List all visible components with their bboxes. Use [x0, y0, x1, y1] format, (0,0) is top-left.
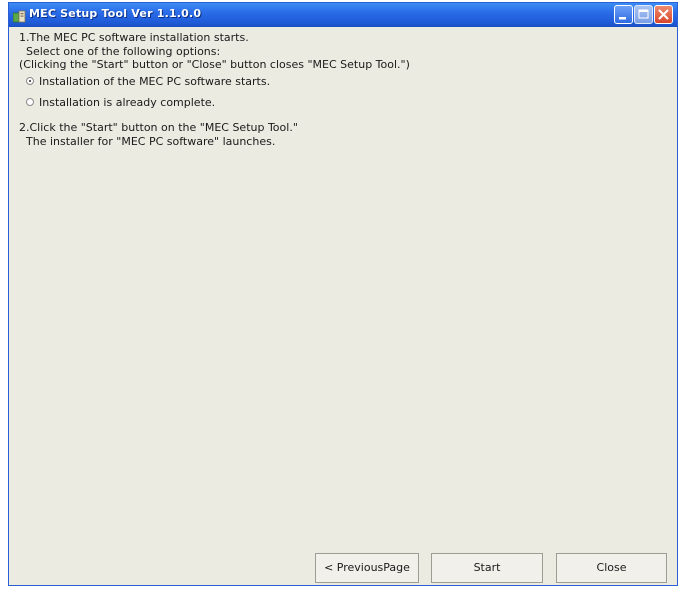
setup-tool-window: MEC Setup Tool Ver 1.1.0.0 1.The MEC PC …	[8, 2, 678, 586]
step1-note: (Clicking the "Start" button or "Close" …	[19, 58, 410, 71]
maximize-icon	[638, 9, 649, 19]
previous-page-button[interactable]: < PreviousPage	[315, 553, 419, 583]
setup-app-icon	[12, 8, 26, 23]
step1-instruction: Select one of the following options:	[26, 45, 221, 58]
close-window-button[interactable]	[654, 5, 673, 24]
radio-install-starts[interactable]	[26, 77, 34, 85]
maximize-button[interactable]	[634, 5, 653, 24]
title-bar[interactable]: MEC Setup Tool Ver 1.1.0.0	[9, 3, 677, 27]
minimize-button[interactable]	[614, 5, 633, 24]
start-button[interactable]: Start	[431, 553, 543, 583]
option-already-complete-label: Installation is already complete.	[39, 96, 216, 109]
minimize-icon	[619, 17, 626, 20]
radio-already-complete[interactable]	[26, 98, 34, 106]
dialog-content: 1.The MEC PC software installation start…	[9, 27, 677, 585]
step2-heading: 2.Click the "Start" button on the "MEC S…	[19, 121, 298, 134]
close-button[interactable]: Close	[556, 553, 667, 583]
option-install-starts-label: Installation of the MEC PC software star…	[39, 75, 271, 88]
close-x-icon	[658, 9, 669, 20]
window-title: MEC Setup Tool Ver 1.1.0.0	[29, 7, 202, 20]
step2-note: The installer for "MEC PC software" laun…	[26, 135, 276, 148]
step1-heading: 1.The MEC PC software installation start…	[19, 31, 249, 44]
